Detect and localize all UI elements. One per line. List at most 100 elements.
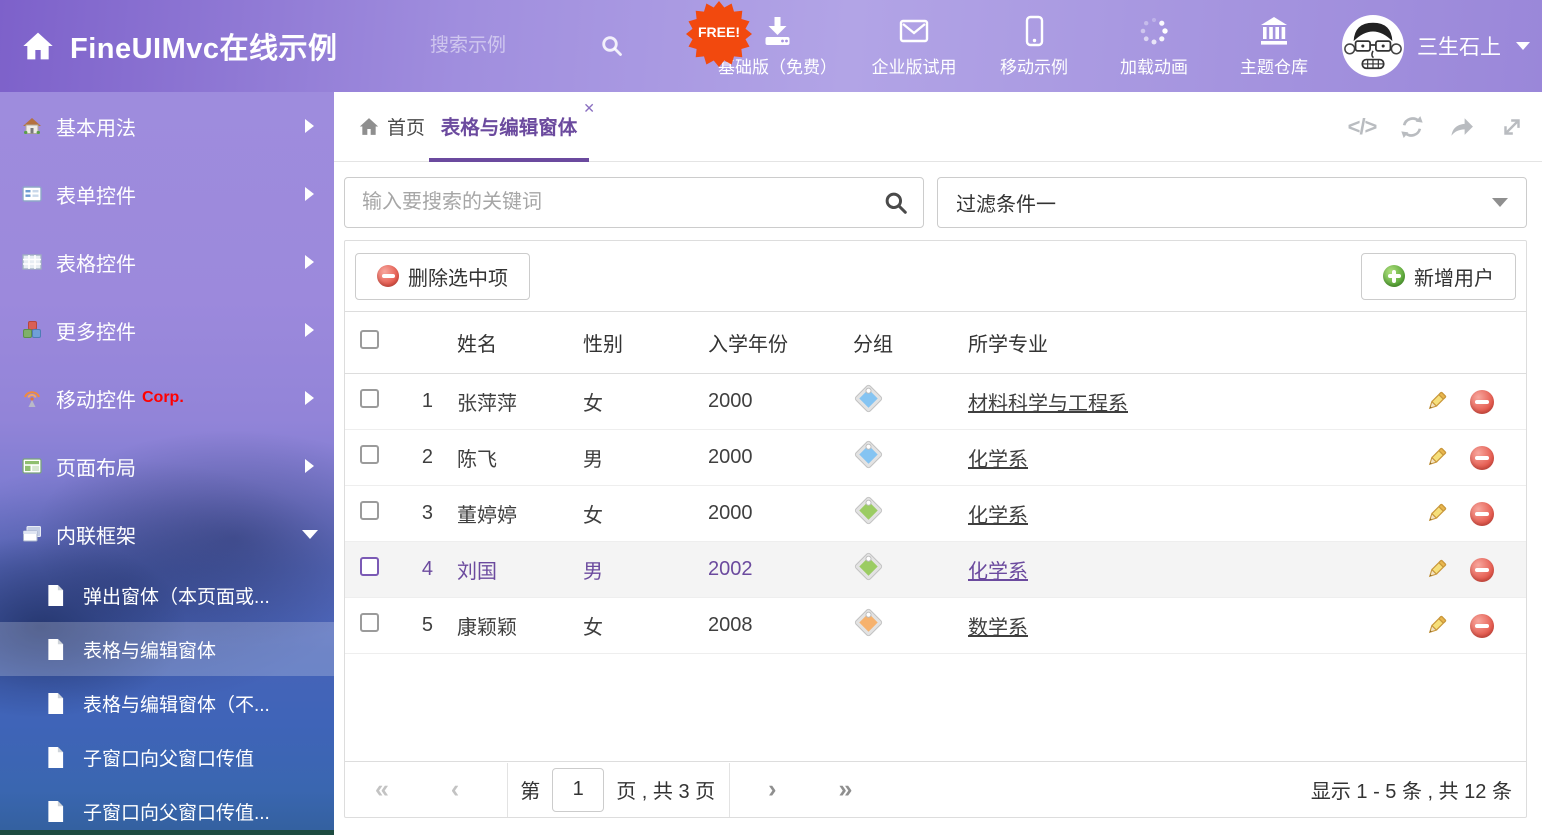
chevron-right-icon xyxy=(305,323,314,337)
tab-home[interactable]: 首页 xyxy=(359,92,425,161)
corp-badge: Corp. xyxy=(142,389,184,407)
cell-gender: 女 xyxy=(571,387,696,416)
row-checkbox[interactable] xyxy=(360,613,379,632)
tag-icon xyxy=(855,609,882,636)
pager-divider xyxy=(729,763,730,817)
sidebar-subitem-popup-window[interactable]: 弹出窗体（本页面或... xyxy=(0,568,334,622)
prev-page-button[interactable]: ‹ xyxy=(451,777,459,802)
col-major[interactable]: 所学专业 xyxy=(956,328,1396,357)
sidebar-item-label: 页面布局 xyxy=(56,452,136,481)
sidebar: 基本用法 表单控件 表格控件 更多控件 移动控件 Corp. xyxy=(0,92,334,835)
delete-icon[interactable] xyxy=(1470,390,1494,414)
file-icon xyxy=(46,692,65,715)
house-icon xyxy=(22,116,42,136)
sidebar-item-mobile-controls[interactable]: 移动控件 Corp. xyxy=(0,364,334,432)
brand: FineUIMvc在线示例 xyxy=(22,0,338,92)
edit-icon[interactable] xyxy=(1424,558,1448,582)
keyword-search-input[interactable] xyxy=(344,177,924,228)
filter-dropdown[interactable]: 过滤条件一 xyxy=(937,177,1527,228)
sidebar-item-grid-controls[interactable]: 表格控件 xyxy=(0,228,334,296)
delete-selected-label: 删除选中项 xyxy=(408,262,508,291)
cell-actions xyxy=(1396,446,1526,470)
first-page-button[interactable]: « xyxy=(375,777,389,802)
cell-actions xyxy=(1396,390,1526,414)
nav-enterprise-trial[interactable]: 企业版试用 xyxy=(871,15,957,78)
col-group[interactable]: 分组 xyxy=(841,328,956,357)
col-year[interactable]: 入学年份 xyxy=(696,328,841,357)
sidebar-item-page-layout[interactable]: 页面布局 xyxy=(0,432,334,500)
add-user-button[interactable]: 新增用户 xyxy=(1361,253,1516,300)
last-page-button[interactable]: » xyxy=(838,777,852,802)
cell-actions xyxy=(1396,502,1526,526)
nav-theme-store[interactable]: 主题仓库 xyxy=(1231,15,1317,78)
frames-icon xyxy=(22,524,42,544)
sidebar-item-label: 移动控件 xyxy=(56,384,136,413)
row-checkbox[interactable] xyxy=(360,501,379,520)
filter-dropdown-value: 过滤条件一 xyxy=(956,188,1056,217)
sidebar-subitem-label: 表格与编辑窗体 xyxy=(83,636,216,663)
delete-icon[interactable] xyxy=(1470,446,1494,470)
edit-icon[interactable] xyxy=(1424,614,1448,638)
sidebar-subitem-child-to-parent[interactable]: 子窗口向父窗口传值 xyxy=(0,730,334,784)
col-name[interactable]: 姓名 xyxy=(445,328,571,357)
tab-label: 首页 xyxy=(387,113,425,140)
minus-circle-icon xyxy=(377,265,399,287)
edit-icon[interactable] xyxy=(1424,502,1448,526)
search-icon[interactable] xyxy=(883,190,909,216)
edit-icon[interactable] xyxy=(1424,446,1448,470)
sidebar-item-more-controls[interactable]: 更多控件 xyxy=(0,296,334,364)
delete-icon[interactable] xyxy=(1470,614,1494,638)
sidebar-subitem-grid-edit-window-2[interactable]: 表格与编辑窗体（不... xyxy=(0,676,334,730)
col-gender[interactable]: 性别 xyxy=(571,328,696,357)
grid-panel: 删除选中项 新增用户 姓名 性别 入学年份 分组 所学专业 1 张萍萍 女 20… xyxy=(344,240,1527,818)
layout-icon xyxy=(22,456,42,476)
grid-toolbar: 删除选中项 新增用户 xyxy=(345,241,1526,311)
row-checkbox[interactable] xyxy=(360,445,379,464)
sidebar-subitem-label: 子窗口向父窗口传值... xyxy=(83,798,270,825)
close-icon[interactable]: ✕ xyxy=(583,101,595,115)
chevron-right-icon xyxy=(305,187,314,201)
sidebar-item-basic-usage[interactable]: 基本用法 xyxy=(0,92,334,160)
cell-name: 康颖颖 xyxy=(445,611,571,640)
next-page-button[interactable]: › xyxy=(768,777,776,802)
delete-icon[interactable] xyxy=(1470,502,1494,526)
share-icon[interactable] xyxy=(1448,113,1476,141)
home-icon[interactable] xyxy=(22,31,54,61)
major-link[interactable]: 材料科学与工程系 xyxy=(968,393,1128,415)
table-row-selected: 4 刘国 男 2002 化学系 xyxy=(345,542,1526,598)
signal-icon xyxy=(22,388,42,408)
page-input[interactable] xyxy=(552,768,604,812)
delete-selected-button[interactable]: 删除选中项 xyxy=(355,253,530,300)
header-search-input[interactable] xyxy=(428,34,592,58)
plus-circle-icon xyxy=(1383,265,1405,287)
row-checkbox[interactable] xyxy=(360,389,379,408)
sidebar-item-iframe[interactable]: 内联框架 xyxy=(0,500,334,568)
user-menu[interactable]: 三生石上 xyxy=(1342,0,1530,92)
cell-name: 董婷婷 xyxy=(445,499,571,528)
select-all-checkbox[interactable] xyxy=(360,330,379,349)
tab-grid-edit-window[interactable]: 表格与编辑窗体 ✕ xyxy=(429,92,589,158)
search-icon[interactable] xyxy=(600,34,624,58)
delete-icon[interactable] xyxy=(1470,558,1494,582)
major-link[interactable]: 数学系 xyxy=(968,617,1028,639)
sidebar-subitem-child-to-parent-2[interactable]: 子窗口向父窗口传值... xyxy=(0,784,334,835)
header-search xyxy=(428,27,638,65)
expand-icon[interactable] xyxy=(1498,113,1526,141)
chevron-down-icon xyxy=(1492,198,1508,207)
nav-mobile-demo[interactable]: 移动示例 xyxy=(991,15,1077,78)
nav-label: 移动示例 xyxy=(1000,53,1068,78)
nav-label: 加载动画 xyxy=(1120,53,1188,78)
refresh-icon[interactable] xyxy=(1398,113,1426,141)
major-link[interactable]: 化学系 xyxy=(968,449,1028,471)
nav-loading-animation[interactable]: 加载动画 xyxy=(1111,15,1197,78)
cell-major: 化学系 xyxy=(956,555,1396,584)
edit-icon[interactable] xyxy=(1424,390,1448,414)
sidebar-item-form-controls[interactable]: 表单控件 xyxy=(0,160,334,228)
cell-major: 化学系 xyxy=(956,443,1396,472)
major-link[interactable]: 化学系 xyxy=(968,561,1028,583)
sidebar-subitem-grid-edit-window[interactable]: 表格与编辑窗体 xyxy=(0,622,334,676)
cell-actions xyxy=(1396,614,1526,638)
major-link[interactable]: 化学系 xyxy=(968,505,1028,527)
source-code-icon[interactable]: </> xyxy=(1348,113,1376,141)
row-checkbox[interactable] xyxy=(360,557,379,576)
